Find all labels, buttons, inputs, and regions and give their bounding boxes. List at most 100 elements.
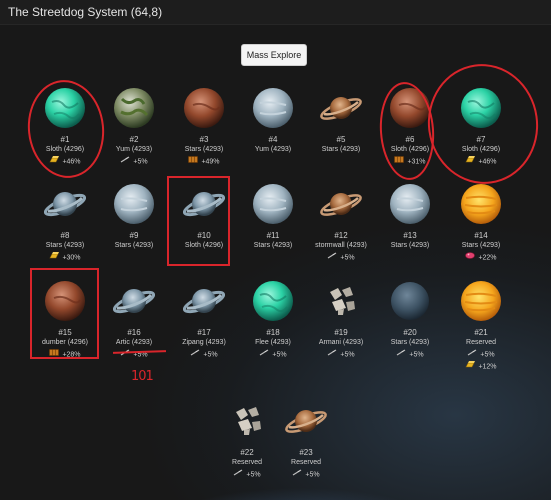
bonus-value: +5% [340,254,355,262]
planet-name: Stars (4293) [321,146,361,153]
planet-number: #11 [266,231,280,240]
planet-cell[interactable]: #9 Stars (4293) [99,183,169,251]
planet-ice-icon[interactable] [252,87,294,129]
annotation-box [30,268,99,359]
planet-number: #8 [60,231,70,240]
planet-ringice-icon[interactable] [44,183,86,225]
planet-cell[interactable]: #19 Armani (4293) +5% [306,280,376,360]
bonus-value: +22% [478,254,497,262]
bonus-value: +5% [133,158,148,166]
crate-icon [188,156,199,167]
bonus-value: +5% [246,471,261,479]
planet-cell[interactable]: #12 stormwall (4293) +5% [306,183,376,263]
planet-name: Stars (4293) [390,242,430,249]
feather-icon [190,349,200,360]
planet-saturn-icon[interactable] [285,400,327,442]
planet-bonus: +22% [446,252,516,263]
planet-name: Zipang (4293) [182,339,226,346]
planet-ringice-icon[interactable] [113,280,155,322]
planet-number: #23 [299,448,313,457]
planet-rocks-icon[interactable] [320,280,362,322]
planet-bonus: +5% [446,349,516,360]
planet-bonus: +5% [99,156,169,167]
planet-bonus: +5% [238,349,308,360]
bonus-value: +5% [203,351,218,359]
planet-bonus: +5% [169,349,239,360]
planet-rocks-icon[interactable] [226,400,268,442]
planet-cell[interactable]: #4 Yum (4293) [238,87,308,155]
planet-ringice-icon[interactable] [183,280,225,322]
feather-icon [120,156,130,167]
planet-number: #20 [403,328,417,337]
planet-bonus: +5% [375,349,445,360]
feather-icon [233,469,243,480]
planet-teal-icon[interactable] [252,280,294,322]
planet-number: #2 [129,135,139,144]
planet-dim-icon[interactable] [389,280,431,322]
planet-cell[interactable]: #2 Yum (4293) +5% [99,87,169,167]
planet-cell[interactable]: #18 Flee (4293) +5% [238,280,308,360]
planet-ice-icon[interactable] [113,183,155,225]
planet-number: #21 [474,328,488,337]
planet-ice-icon[interactable] [389,183,431,225]
planet-saturn-icon[interactable] [320,183,362,225]
planet-number: #9 [129,231,139,240]
planet-number: #16 [127,328,141,337]
planet-cell[interactable]: #16 Artic (4293) +5% [99,280,169,360]
planet-name: Stars (4293) [461,242,501,249]
annotation-scribble: 101 [131,369,154,384]
planet-mars-icon[interactable] [183,87,225,129]
planet-saturn-icon[interactable] [320,87,362,129]
planet-name: Stars (4293) [45,242,85,249]
planet-cell[interactable]: #11 Stars (4293) [238,183,308,251]
planet-bonus: +5% [306,349,376,360]
planet-cell[interactable]: #8 Stars (4293) +30% [30,183,100,263]
planet-number: #4 [268,135,278,144]
planet-name: stormwall (4293) [315,242,367,249]
planet-name: Artic (4293) [115,339,153,346]
planet-number: #12 [334,231,348,240]
bonus-value: +49% [201,158,220,166]
mass-explore-button[interactable]: Mass Explore [241,44,307,66]
planet-number: #13 [403,231,417,240]
planet-number: #19 [334,328,348,337]
feather-icon [467,349,477,360]
planet-number: #17 [197,328,211,337]
annotation-box [167,176,230,266]
planet-cell[interactable]: #23 Reserved +5% [271,400,341,480]
planet-ice-icon[interactable] [252,183,294,225]
planet-name: Stars (4293) [114,242,154,249]
gold-bar-icon [49,252,60,263]
bonus-value: +30% [62,254,81,262]
planet-bonus: +49% [169,156,239,167]
bonus-value: +5% [480,351,495,359]
planet-cell[interactable]: #3 Stars (4293) +49% [169,87,239,167]
planet-cell[interactable]: #5 Stars (4293) [306,87,376,155]
feather-icon [259,349,269,360]
planet-cell[interactable]: #20 Stars (4293) +5% [375,280,445,360]
feather-icon [327,349,337,360]
bonus-value: +12% [478,363,497,371]
planet-sun-icon[interactable] [460,280,502,322]
planet-name: Yum (4293) [254,146,292,153]
planet-number: #3 [199,135,209,144]
gem-icon [465,252,476,263]
planet-cell[interactable]: #21 Reserved +5% +12% [446,280,516,373]
planet-bonus: +12% [446,361,516,372]
planet-forest-icon[interactable] [113,87,155,129]
planet-name: Stars (4293) [390,339,430,346]
planet-cell[interactable]: #17 Zipang (4293) +5% [169,280,239,360]
feather-icon [327,252,337,263]
window-title: The Streetdog System (64,8) [8,5,163,19]
planet-cell[interactable]: #13 Stars (4293) [375,183,445,251]
planet-bonus: +30% [30,252,100,263]
planet-number: #5 [336,135,346,144]
planet-sun-icon[interactable] [460,183,502,225]
planet-name: Stars (4293) [253,242,293,249]
bonus-value: +5% [340,351,355,359]
planet-name: Reserved [466,339,496,346]
planet-name: Yum (4293) [115,146,153,153]
title-bar: The Streetdog System (64,8) [0,0,551,25]
planet-cell[interactable]: #14 Stars (4293) +22% [446,183,516,263]
planet-name: Reserved [291,459,321,466]
